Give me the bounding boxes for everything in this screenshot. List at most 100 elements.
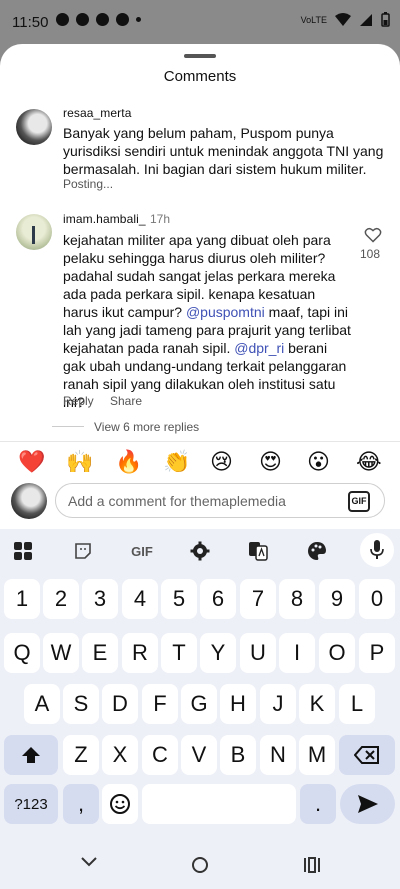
key-h[interactable]: H xyxy=(220,684,256,724)
send-key[interactable] xyxy=(340,784,395,824)
translate-icon[interactable] xyxy=(247,541,269,561)
key-k[interactable]: K xyxy=(299,684,335,724)
comma-key[interactable]: , xyxy=(63,784,99,824)
heart-emoji-button[interactable]: ❤️ xyxy=(18,450,45,474)
key-v[interactable]: V xyxy=(181,735,217,775)
laughing-emoji-button[interactable]: 😂 xyxy=(356,450,382,474)
fire-emoji-button[interactable]: 🔥 xyxy=(115,450,142,474)
gear-icon[interactable] xyxy=(189,541,211,561)
system-icons: VoLTE xyxy=(301,12,390,27)
key-3[interactable]: 3 xyxy=(82,579,118,619)
key-w[interactable]: W xyxy=(43,633,79,673)
notification-icons xyxy=(56,13,141,26)
comment-input-container[interactable]: GIF xyxy=(55,483,385,518)
period-key[interactable]: . xyxy=(300,784,336,824)
key-7[interactable]: 7 xyxy=(240,579,276,619)
heart-eyes-emoji-button[interactable]: 😍 xyxy=(259,450,282,474)
comment-composer: GIF xyxy=(0,483,400,529)
key-8[interactable]: 8 xyxy=(279,579,315,619)
key-q[interactable]: Q xyxy=(4,633,40,673)
key-r[interactable]: R xyxy=(122,633,158,673)
key-c[interactable]: C xyxy=(142,735,178,775)
key-4[interactable]: 4 xyxy=(122,579,158,619)
recents-icon[interactable] xyxy=(303,856,321,874)
key-0[interactable]: 0 xyxy=(359,579,395,619)
gif-tool-button[interactable]: GIF xyxy=(128,541,156,561)
crying-emoji-button[interactable]: 😢 xyxy=(210,450,233,474)
palette-icon[interactable] xyxy=(306,541,328,561)
system-navigation-bar xyxy=(0,844,400,889)
drag-handle[interactable] xyxy=(184,54,216,58)
avatar[interactable] xyxy=(16,109,52,145)
key-5[interactable]: 5 xyxy=(161,579,197,619)
emoji-reaction-bar: ❤️ 🙌 🔥 👏 😢 😍 😮 😂 xyxy=(0,441,400,483)
mic-button[interactable] xyxy=(360,533,394,567)
app-notification-icon xyxy=(96,13,109,26)
battery-icon xyxy=(381,12,390,27)
status-time: 11:50 xyxy=(12,14,49,31)
key-j[interactable]: J xyxy=(260,684,296,724)
key-s[interactable]: S xyxy=(63,684,99,724)
status-bar: 11:50 VoLTE xyxy=(0,0,400,44)
key-e[interactable]: E xyxy=(82,633,118,673)
key-i[interactable]: I xyxy=(279,633,315,673)
key-b[interactable]: B xyxy=(220,735,256,775)
key-a[interactable]: A xyxy=(24,684,60,724)
gif-button[interactable]: GIF xyxy=(348,491,370,512)
key-o[interactable]: O xyxy=(319,633,355,673)
mail-notification-icon xyxy=(116,13,129,26)
comment-text: Banyak yang belum paham, Puspom punya yu… xyxy=(63,125,384,177)
backspace-icon xyxy=(354,746,379,764)
apps-grid-icon[interactable] xyxy=(12,541,34,561)
view-more-replies-button[interactable]: View 6 more replies xyxy=(94,420,199,434)
key-l[interactable]: L xyxy=(339,684,375,724)
send-arrow-icon xyxy=(357,795,378,813)
mention-link[interactable]: @puspomtni xyxy=(186,304,265,320)
chevron-down-icon[interactable] xyxy=(80,856,98,868)
chat-notification-icon xyxy=(56,13,69,26)
home-circle-icon[interactable] xyxy=(191,856,209,874)
shift-key[interactable] xyxy=(4,735,58,775)
key-p[interactable]: P xyxy=(359,633,395,673)
space-key[interactable] xyxy=(142,784,296,824)
key-x[interactable]: X xyxy=(102,735,138,775)
avatar xyxy=(11,483,47,519)
share-button[interactable]: Share xyxy=(110,394,142,408)
reply-button[interactable]: Reply xyxy=(63,394,94,408)
comment-username[interactable]: imam.hambali_ xyxy=(63,212,146,226)
heart-icon[interactable] xyxy=(364,227,382,243)
backspace-key[interactable] xyxy=(339,735,395,775)
raising-hands-emoji-button[interactable]: 🙌 xyxy=(66,450,93,474)
keyboard: GIF 1 2 3 4 5 6 7 8 9 0 Q W E R T Y U I … xyxy=(0,529,400,889)
key-n[interactable]: N xyxy=(260,735,296,775)
comments-sheet: Comments resaa_merta Banyak yang belum p… xyxy=(0,44,400,889)
sticker-icon[interactable] xyxy=(72,541,94,561)
key-t[interactable]: T xyxy=(161,633,197,673)
comment-username[interactable]: resaa_merta xyxy=(63,106,131,120)
divider xyxy=(52,426,84,427)
clapping-emoji-button[interactable]: 👏 xyxy=(163,450,190,474)
avatar[interactable] xyxy=(16,214,52,250)
key-1[interactable]: 1 xyxy=(4,579,40,619)
emoji-key[interactable] xyxy=(102,784,138,824)
surprised-emoji-button[interactable]: 😮 xyxy=(307,450,330,474)
key-u[interactable]: U xyxy=(240,633,276,673)
key-9[interactable]: 9 xyxy=(319,579,355,619)
key-m[interactable]: M xyxy=(299,735,335,775)
key-6[interactable]: 6 xyxy=(200,579,236,619)
key-f[interactable]: F xyxy=(142,684,178,724)
like-count: 108 xyxy=(360,247,381,261)
comment-time: 17h xyxy=(150,212,171,226)
symbols-key[interactable]: ?123 xyxy=(4,784,58,824)
vpn-notification-icon xyxy=(76,13,89,26)
key-y[interactable]: Y xyxy=(200,633,236,673)
sheet-title: Comments xyxy=(163,68,237,85)
key-g[interactable]: G xyxy=(181,684,217,724)
wifi-icon xyxy=(335,12,351,26)
key-d[interactable]: D xyxy=(102,684,138,724)
key-2[interactable]: 2 xyxy=(43,579,79,619)
key-z[interactable]: Z xyxy=(63,735,99,775)
comment-input[interactable] xyxy=(68,491,338,511)
mention-link[interactable]: @dpr_ri xyxy=(234,340,284,356)
smiley-icon xyxy=(110,794,130,814)
